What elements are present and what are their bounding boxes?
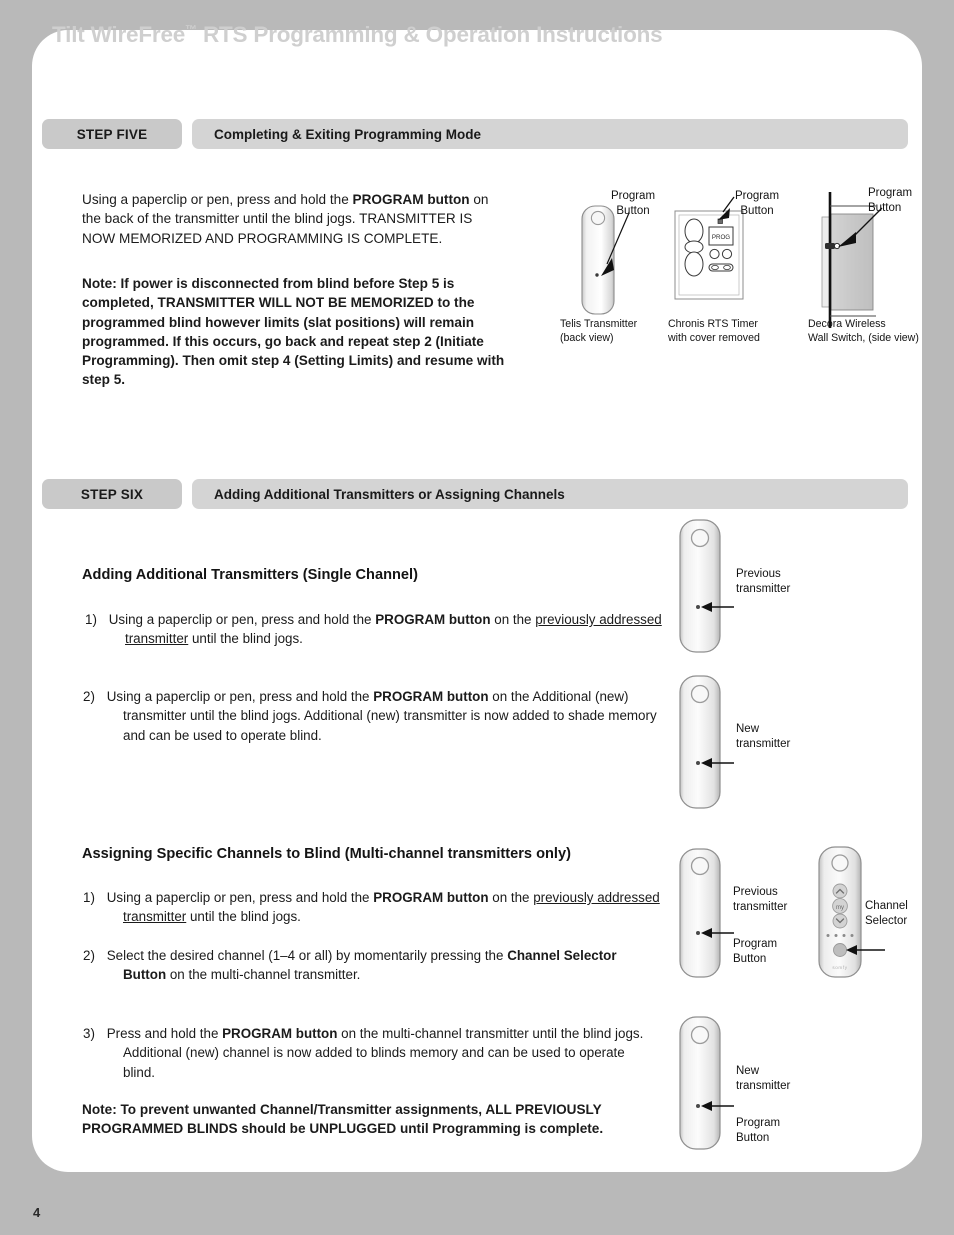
caption-line-1: Telis Transmitter <box>560 318 638 330</box>
item-program-button: PROGRAM button <box>222 1026 338 1041</box>
step-six-title-bar: Adding Additional Transmitters or Assign… <box>192 479 908 509</box>
step-five-paragraph: Using a paperclip or pen, press and hold… <box>82 190 502 248</box>
transmitter-illustration <box>679 519 734 653</box>
multi-channel-heading: Assigning Specific Channels to Blind (Mu… <box>82 846 571 862</box>
item-text-d: until the blind jogs. <box>188 631 303 647</box>
item-text-a: Press and hold the <box>106 1026 223 1041</box>
callout-line-1: Program <box>610 190 656 202</box>
label-line-1: Previous <box>733 886 778 898</box>
step-five-note: Note: If power is disconnected from blin… <box>82 276 505 388</box>
chronis-program-button-callout: Program Button <box>722 189 792 219</box>
transmitter-illustration <box>679 1016 734 1150</box>
label-line-2: Button <box>733 953 767 966</box>
chronis-timer-caption: Chronis RTS Timer with cover removed <box>668 318 798 346</box>
callout-line-2: Button <box>740 205 774 218</box>
telis-transmitter-caption: Telis Transmitter (back view) <box>560 318 680 346</box>
step-five-tab-label: STEP FIVE <box>76 126 148 142</box>
decora-switch-caption: Decora Wireless Wall Switch, (side view) <box>808 318 948 346</box>
caption-line-2: (back view) <box>560 331 614 344</box>
item-text-a: Select the desired channel (1–4 or all) … <box>106 948 508 963</box>
page-number: 4 <box>33 1205 41 1220</box>
figure-multichannel-remote: my somfy <box>813 843 885 988</box>
transmitter-illustration <box>679 848 734 978</box>
my-button-label: my <box>836 905 844 911</box>
item-program-button: PROGRAM button <box>373 890 489 905</box>
item-text-a: Using a paperclip or pen, press and hold… <box>106 890 374 905</box>
figure-new-transmitter-single <box>672 672 742 817</box>
para-program-button: PROGRAM button <box>352 192 470 207</box>
previous-transmitter-label-multi: Previous transmitter <box>733 885 813 915</box>
label-line-1: New <box>736 723 760 735</box>
page-title-rest: RTS Programming & Operation Instructions <box>196 22 663 47</box>
trademark-symbol: ™ <box>185 22 197 37</box>
page-title-main: Tilt WireFree <box>52 22 186 47</box>
caption-line-2: with cover removed <box>668 331 760 344</box>
single-channel-item-2: 2) Using a paperclip or pen, press and h… <box>83 687 663 745</box>
label-line-2: transmitter <box>736 583 791 596</box>
label-line-1: Channel <box>865 900 908 912</box>
caption-line-2: Wall Switch, (side view) <box>808 331 919 344</box>
callout-line-1: Program <box>868 187 913 199</box>
figure-previous-transmitter-single <box>672 516 742 661</box>
label-line-2: transmitter <box>736 1080 791 1093</box>
page-title: Tilt WireFree™ RTS Programming & Operati… <box>52 22 663 48</box>
caption-line-1: Decora Wireless <box>808 318 886 330</box>
program-button-label-new-multi: Program Button <box>736 1116 816 1146</box>
caption-line-1: Chronis RTS Timer <box>668 318 758 330</box>
label-line-1: Previous <box>736 568 781 580</box>
previous-transmitter-label-single: Previous transmitter <box>736 567 826 597</box>
transmitter-illustration <box>679 675 734 809</box>
figure-previous-transmitter-multi <box>672 845 742 985</box>
step-five-header: STEP FIVE Completing & Exiting Programmi… <box>42 119 908 149</box>
item-text-a: Using a paperclip or pen, press and hold… <box>106 689 374 704</box>
brand-label: somfy <box>832 965 847 970</box>
new-transmitter-label-multi: New transmitter <box>736 1064 816 1094</box>
callout-line-2: Button <box>616 205 650 218</box>
item-text-a: Using a paperclip or pen, press and hold… <box>108 612 376 627</box>
program-button-label-multi: Program Button <box>733 937 813 967</box>
multi-channel-item-2: 2) Select the desired channel (1–4 or al… <box>83 946 663 985</box>
callout-line-2: Button <box>868 202 902 215</box>
label-line-2: Button <box>736 1132 770 1145</box>
item-text-d: until the blind jogs. <box>186 909 301 925</box>
multichannel-remote-illustration: my somfy <box>818 846 885 978</box>
item-program-button: PROGRAM button <box>375 612 491 627</box>
single-channel-item-1: 1) Using a paperclip or pen, press and h… <box>85 610 665 649</box>
new-transmitter-label-single: New transmitter <box>736 722 826 752</box>
step-six-tab-label: STEP SIX <box>80 486 144 502</box>
step-six-header: STEP SIX Adding Additional Transmitters … <box>42 479 908 509</box>
item-text-c: on the multi-channel transmitter. <box>166 967 361 983</box>
callout-line-1: Program <box>734 190 780 202</box>
label-line-1: New <box>736 1065 760 1077</box>
label-line-2: Selector <box>865 915 908 928</box>
multi-channel-item-1: 1) Using a paperclip or pen, press and h… <box>83 888 663 927</box>
step-six-title: Adding Additional Transmitters or Assign… <box>214 486 565 502</box>
label-line-1: Program <box>733 938 778 950</box>
item-program-button: PROGRAM button <box>373 689 489 704</box>
figure-new-transmitter-multi <box>672 1013 742 1158</box>
step-five-tab: STEP FIVE <box>42 119 182 149</box>
step-six-tab: STEP SIX <box>42 479 182 509</box>
chronis-display-label: PROG <box>712 234 730 241</box>
decora-program-button-callout: Program Button <box>868 186 938 216</box>
channel-selector-label: Channel Selector <box>865 899 945 929</box>
step-five-title-bar: Completing & Exiting Programming Mode <box>192 119 908 149</box>
multi-channel-note: Note: To prevent unwanted Channel/Transm… <box>82 1102 604 1137</box>
telis-program-button-callout: Program Button <box>598 189 668 219</box>
step-five-title: Completing & Exiting Programming Mode <box>214 126 482 142</box>
label-line-2: transmitter <box>736 738 791 751</box>
para-part-a: Using a paperclip or pen, press and hold… <box>82 192 353 207</box>
item-text-c: on the <box>488 890 534 905</box>
label-line-2: transmitter <box>733 901 788 914</box>
multi-channel-item-3: 3) Press and hold the PROGRAM button on … <box>83 1024 658 1082</box>
label-line-1: Program <box>736 1117 781 1129</box>
item-text-c: on the <box>490 612 536 627</box>
single-channel-heading: Adding Additional Transmitters (Single C… <box>82 567 418 583</box>
